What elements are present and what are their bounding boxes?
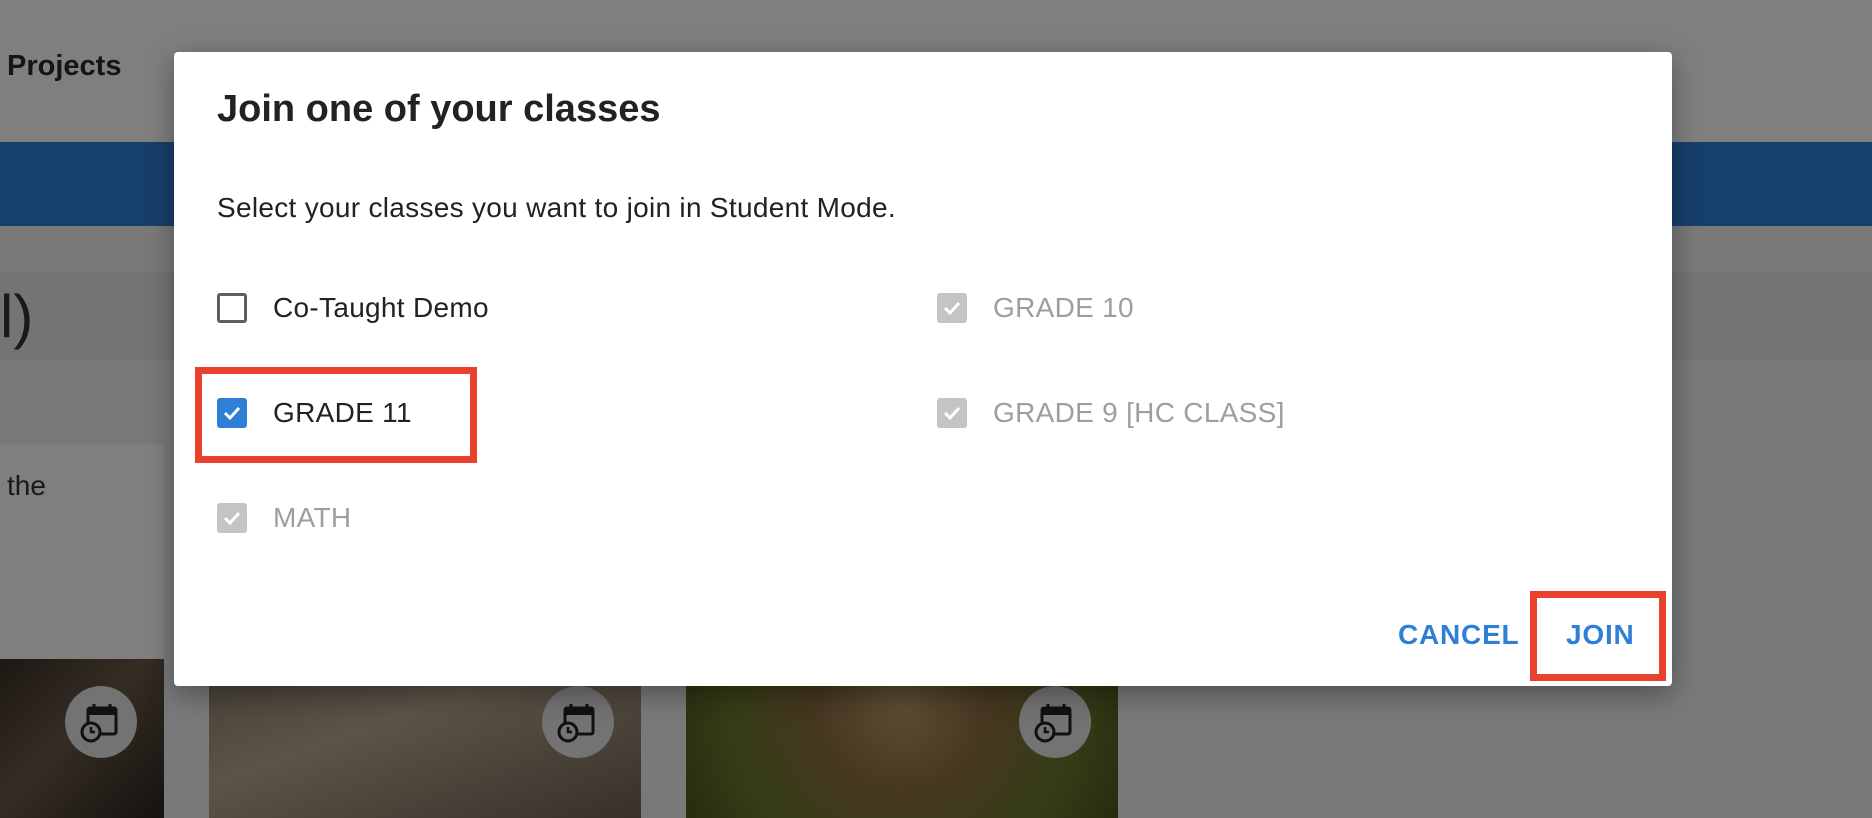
checkmark-icon: [943, 301, 961, 316]
page: Projects l) the: [0, 0, 1872, 818]
dialog-title: Join one of your classes: [217, 88, 661, 130]
class-option-label: GRADE 10: [993, 292, 1134, 323]
class-option-grade-10: GRADE 10: [937, 288, 1134, 328]
class-option-label: MATH: [273, 502, 352, 533]
class-option-grade-9-hc-class: GRADE 9 [HC CLASS]: [937, 393, 1285, 433]
checkbox[interactable]: [217, 293, 247, 323]
class-option-label: GRADE 9 [HC CLASS]: [993, 397, 1285, 428]
checkbox-disabled: [937, 293, 967, 323]
cancel-button[interactable]: CANCEL: [1398, 619, 1519, 651]
checkbox-checked[interactable]: [217, 398, 247, 428]
join-classes-dialog: Join one of your classes Select your cla…: [174, 52, 1672, 686]
class-option-label: GRADE 11: [273, 397, 412, 428]
class-option-label: Co-Taught Demo: [273, 292, 489, 323]
checkmark-icon: [223, 406, 241, 421]
class-option-co-taught-demo[interactable]: Co-Taught Demo: [217, 288, 489, 328]
class-option-math: MATH: [217, 498, 351, 538]
dialog-description: Select your classes you want to join in …: [217, 192, 896, 223]
join-button[interactable]: JOIN: [1566, 619, 1635, 651]
checkmark-icon: [223, 511, 241, 526]
checkbox-disabled: [217, 503, 247, 533]
checkmark-icon: [943, 406, 961, 421]
checkbox-disabled: [937, 398, 967, 428]
class-option-grade-11[interactable]: GRADE 11: [217, 393, 412, 433]
